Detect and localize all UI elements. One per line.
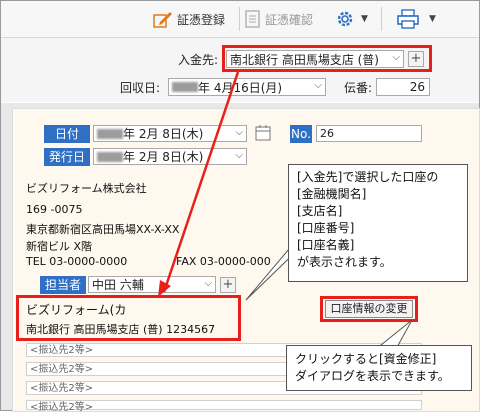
change-button-callout: クリックすると[資金修正] ダイアログを表示できます。 — [286, 345, 472, 391]
callout-line: [入金先]で選択した口座の — [297, 170, 439, 184]
account-info-callout: [入金先]で選択した口座の [金融機関名] [支店名] [口座番号] [口座名義… — [288, 164, 468, 282]
callout-line: [金融機関名] — [297, 187, 367, 201]
callout-line: ダイアログを表示できます。 — [295, 369, 450, 383]
callout-line: [口座名義] — [297, 238, 355, 252]
callout-line: [口座番号] — [297, 221, 355, 235]
callout-line: [支店名] — [297, 204, 343, 218]
callout-line: クリックすると[資金修正] — [295, 352, 437, 366]
callout-line: が表示されます。 — [297, 255, 392, 269]
